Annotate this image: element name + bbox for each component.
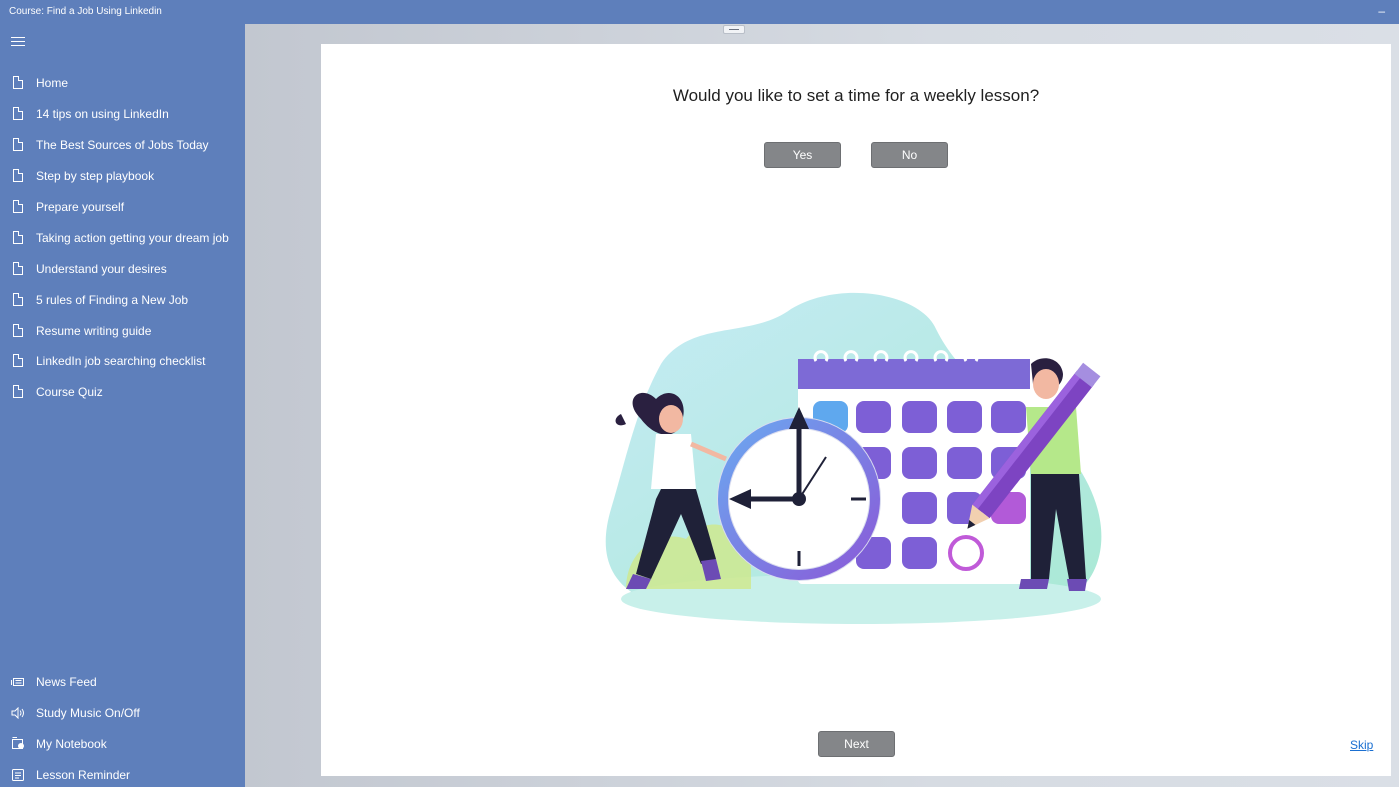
sidebar-item-label: News Feed — [36, 674, 97, 689]
document-icon — [13, 385, 23, 398]
sidebar-item-resume[interactable]: Resume writing guide — [0, 315, 245, 346]
document-icon — [13, 293, 23, 306]
sidebar-item-label: LinkedIn job searching checklist — [36, 353, 206, 368]
document-icon — [13, 138, 23, 151]
news-icon — [11, 677, 24, 686]
sidebar-item-label: Step by step playbook — [36, 168, 155, 183]
sidebar-item-study-music[interactable]: Study Music On/Off — [0, 697, 245, 728]
sidebar-item-5-rules[interactable]: 5 rules of Finding a New Job — [0, 284, 245, 315]
sidebar-item-label: 5 rules of Finding a New Job — [36, 292, 189, 307]
sidebar-item-label: Lesson Reminder — [36, 767, 131, 782]
title-bar: Course: Find a Job Using Linkedin – — [0, 0, 1399, 24]
hamburger-icon[interactable] — [11, 37, 25, 47]
sidebar-item-label: Resume writing guide — [36, 323, 152, 338]
calendar-clock-illustration — [605, 292, 1102, 624]
sidebar-item-desires[interactable]: Understand your desires — [0, 253, 245, 284]
sidebar-item-label: Study Music On/Off — [36, 705, 140, 720]
sidebar-item-label: Course Quiz — [36, 384, 103, 399]
sidebar-item-label: Prepare yourself — [36, 199, 125, 214]
document-icon — [13, 200, 23, 213]
sidebar-item-label: The Best Sources of Jobs Today — [36, 137, 209, 152]
sidebar-item-notebook[interactable]: My Notebook — [0, 728, 245, 759]
sidebar-item-label: 14 tips on using LinkedIn — [36, 106, 169, 121]
sidebar-item-prepare[interactable]: Prepare yourself — [0, 191, 245, 222]
document-icon — [13, 324, 23, 337]
drag-handle[interactable] — [723, 25, 745, 34]
reminder-icon — [12, 768, 24, 781]
dialog-question: Would you like to set a time for a weekl… — [672, 86, 1040, 105]
sidebar: Home 14 tips on using LinkedIn The Best … — [0, 24, 245, 787]
sidebar-item-playbook[interactable]: Step by step playbook — [0, 160, 245, 191]
speaker-icon — [11, 706, 24, 719]
sidebar-item-label: Home — [36, 75, 69, 90]
sidebar-item-lesson-reminder[interactable]: Lesson Reminder — [0, 759, 245, 787]
sidebar-item-checklist[interactable]: LinkedIn job searching checklist — [0, 345, 245, 376]
sidebar-item-taking-action[interactable]: Taking action getting your dream job — [0, 222, 245, 253]
sidebar-item-home[interactable]: Home — [0, 67, 245, 98]
document-icon — [13, 76, 23, 89]
next-button[interactable]: Next — [818, 731, 895, 757]
yes-button[interactable]: Yes — [764, 142, 841, 168]
sidebar-item-label: Taking action getting your dream job — [36, 230, 229, 245]
reminder-dialog: Would you like to set a time for a weekl… — [321, 44, 1391, 776]
sidebar-item-14-tips[interactable]: 14 tips on using LinkedIn — [0, 98, 245, 129]
sidebar-item-label: Understand your desires — [36, 261, 167, 276]
no-button[interactable]: No — [871, 142, 948, 168]
sidebar-item-best-sources[interactable]: The Best Sources of Jobs Today — [0, 129, 245, 160]
window-title: Course: Find a Job Using Linkedin — [9, 6, 162, 17]
notebook-icon — [12, 737, 24, 749]
document-icon — [13, 262, 23, 275]
sidebar-item-quiz[interactable]: Course Quiz — [0, 376, 245, 407]
minimize-button[interactable]: – — [1378, 4, 1385, 18]
document-icon — [13, 231, 23, 244]
document-icon — [13, 169, 23, 182]
document-icon — [13, 107, 23, 120]
sidebar-item-news-feed[interactable]: News Feed — [0, 666, 245, 697]
skip-link[interactable]: Skip — [1350, 738, 1373, 752]
document-icon — [13, 354, 23, 367]
sidebar-item-label: My Notebook — [36, 736, 107, 751]
